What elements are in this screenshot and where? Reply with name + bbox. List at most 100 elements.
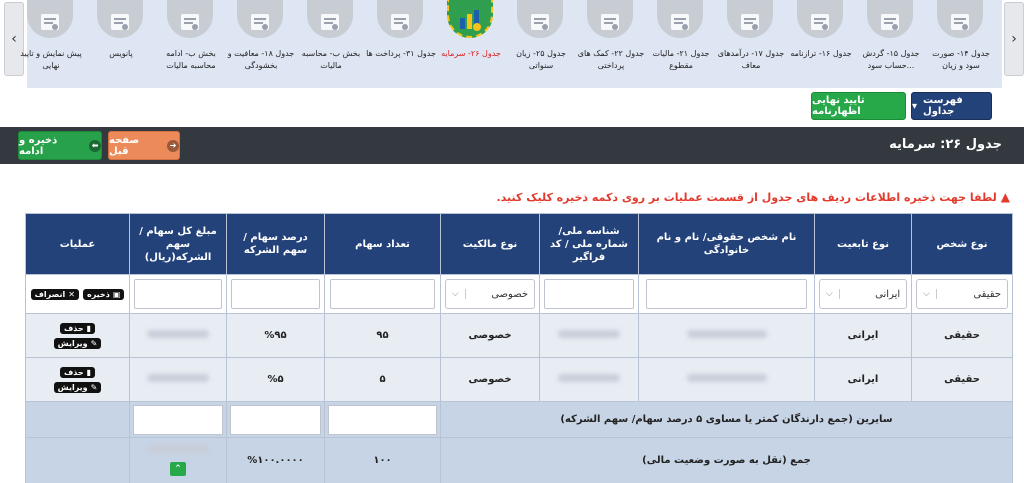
person-type-cell: حقیقی [911, 357, 1013, 402]
nav-item-label: جدول ۱۸- معافیت و بخشودگی [227, 49, 295, 70]
nav-item-label: بخش ب- محاسبه مالیات [301, 49, 361, 70]
cell [25, 401, 130, 438]
trash-icon: ▮ [86, 367, 92, 377]
delete-label: حذف [63, 323, 84, 333]
ownership-cell: خصوصی [440, 313, 540, 358]
total-row: جمع (نقل به صورت وضعیت مالی) ۱۰۰ %۱۰۰.۰۰… [25, 437, 1013, 483]
nav-item[interactable]: بخش ب- محاسبه مالیات [296, 0, 366, 88]
trash-icon: ▮ [86, 323, 92, 333]
chevron-down-icon: ⌵ [826, 289, 840, 299]
cancel-row-label: انصراف [34, 289, 66, 299]
person-type-select[interactable]: حقیقی ⌵ [916, 279, 1008, 309]
nav-item[interactable]: جدول ۲۲- کمک های پرداختی [576, 0, 646, 88]
final-approve-button[interactable]: تایید نهایی اظهارنامه [811, 92, 906, 120]
percent-input[interactable] [230, 279, 321, 309]
delete-button[interactable]: ▮ حذف [59, 366, 96, 378]
delete-button[interactable]: ▮ حذف [59, 322, 96, 334]
header-shares: تعداد سهام [324, 213, 441, 275]
nav-item-label: جدول ۳۱- پرداخت ها [366, 49, 436, 58]
shares-cell: ۵ [324, 357, 441, 402]
nav-item[interactable]: جدول ۱۶- ترازنامه [786, 0, 856, 88]
table-list-dropdown-button[interactable]: ▾ فهرست جداول [911, 92, 992, 120]
new-entry-row: حقیقی ⌵ ایرانی ⌵ خصوصی ⌵ ▣ ذخیره ✕ انصرا… [25, 274, 1013, 314]
amount-cell [129, 313, 227, 358]
name-input[interactable] [646, 279, 807, 309]
nav-item[interactable]: جدول ۱۴- صورت سود و زیان [926, 0, 996, 88]
nav-item-label: جدول ۲۶- سرمایه [441, 49, 501, 58]
edit-button[interactable]: ✎ ویرایش [53, 381, 102, 393]
cell [25, 437, 130, 483]
arrow-right-circle-icon: ➔ [167, 139, 179, 152]
cell [638, 274, 815, 314]
nav-item[interactable]: جدول ۲۵- زیان سنواتی [506, 0, 576, 88]
header-percent: درصد سهام / سهم الشرکه [226, 213, 325, 275]
header-name: نام شخص حقوقی/ نام و نام خانوادگی [638, 213, 815, 275]
save-continue-label: ذخیره و ادامه [19, 134, 58, 157]
nav-item[interactable]: جدول ۱۷- درآمدهای معاف [716, 0, 786, 88]
document-calculator-icon [657, 0, 703, 38]
delete-label: حذف [63, 367, 84, 377]
cell: ▣ ذخیره ✕ انصراف [25, 274, 130, 314]
header-ownership: نوع مالکیت [440, 213, 540, 275]
cancel-row-button[interactable]: ✕ انصراف [30, 288, 79, 300]
arrow-left-circle-icon: ⬅ [89, 139, 101, 152]
cell [539, 274, 639, 314]
close-icon: ✕ [68, 289, 75, 299]
table-row: حقیقی ایرانی خصوصی ۹۵ %۹۵ ▮ حذف ✎ ویرایش [25, 313, 1013, 358]
nav-item[interactable]: جدول ۱۵- گردش حساب سود... [856, 0, 926, 88]
others-percent-input[interactable] [229, 404, 322, 435]
cell [324, 274, 441, 314]
warning-icon: ▲ [1000, 190, 1010, 204]
redacted-amount [147, 330, 209, 338]
scroll-right-button[interactable]: › [1004, 2, 1024, 76]
others-amount-input[interactable] [132, 404, 224, 435]
redacted-name [686, 330, 767, 338]
national-id-input[interactable] [543, 279, 635, 309]
previous-page-label: صفحه قبل [109, 134, 140, 157]
amount-cell [129, 357, 227, 402]
nav-item-label: جدول ۲۱- مالیات مقطوع [652, 49, 710, 70]
nav-item[interactable]: جدول ۲۶- سرمایه [436, 0, 506, 88]
others-shares-input[interactable] [328, 404, 437, 435]
save-continue-button[interactable]: ذخیره و ادامه ⬅ [18, 131, 102, 160]
table-row: حقیقی ایرانی خصوصی ۵ %۵ ▮ حذف ✎ ویرایش [25, 357, 1013, 402]
capital-icon [447, 0, 493, 38]
national-id-cell [539, 357, 639, 402]
scroll-top-button[interactable]: ⌃ [170, 462, 186, 476]
page-title: جدول ۲۶: سرمایه [889, 137, 1002, 152]
floppy-icon: ▣ [112, 289, 121, 299]
previous-page-button[interactable]: صفحه قبل ➔ [108, 131, 180, 160]
nav-item-label: بخش ب- ادامه محاسبه مالیات [166, 49, 216, 70]
nav-item[interactable]: بخش ب- ادامه محاسبه مالیات [156, 0, 226, 88]
nav-item-label: پانویس [109, 49, 133, 58]
shares-cell: ۹۵ [324, 313, 441, 358]
edit-label: ویرایش [57, 382, 88, 392]
redacted-amount [147, 445, 209, 453]
chevron-down-icon: ⌵ [923, 289, 937, 299]
amount-input[interactable] [133, 279, 223, 309]
nationality-cell: ایرانی [814, 357, 912, 402]
nav-item[interactable]: پیش نمایش و تایید نهایی [16, 0, 86, 88]
save-row-button[interactable]: ▣ ذخیره [82, 288, 125, 300]
edit-button[interactable]: ✎ ویرایش [53, 337, 102, 349]
nav-item[interactable]: جدول ۱۸- معافیت و بخشودگی [226, 0, 296, 88]
redacted-amount [147, 374, 209, 382]
nav-item[interactable]: جدول ۲۱- مالیات مقطوع [646, 0, 716, 88]
table-header-row: نوع شخص نوع تابعیت نام شخص حقوقی/ نام و … [25, 213, 1013, 275]
others-row: سایرین (جمع دارندگان کمتر یا مساوی ۵ درص… [25, 401, 1013, 438]
shares-input[interactable] [329, 279, 436, 309]
cell [226, 274, 325, 314]
header-operations: عملیات [25, 213, 130, 275]
nav-item[interactable]: پانویس [86, 0, 156, 88]
coins-gear-icon [867, 0, 913, 38]
nav-item[interactable]: جدول ۳۱- پرداخت ها [366, 0, 436, 88]
redacted-id [558, 330, 620, 338]
nav-item-label: جدول ۲۲- کمک های پرداختی [577, 49, 645, 70]
save-row-label: ذخیره [86, 289, 110, 299]
calculator-icon [797, 0, 843, 38]
payment-icon [377, 0, 423, 38]
ownership-select[interactable]: خصوصی ⌵ [444, 279, 536, 309]
cell [129, 274, 227, 314]
stamp-icon [27, 0, 73, 38]
nationality-select[interactable]: ایرانی ⌵ [818, 279, 908, 309]
